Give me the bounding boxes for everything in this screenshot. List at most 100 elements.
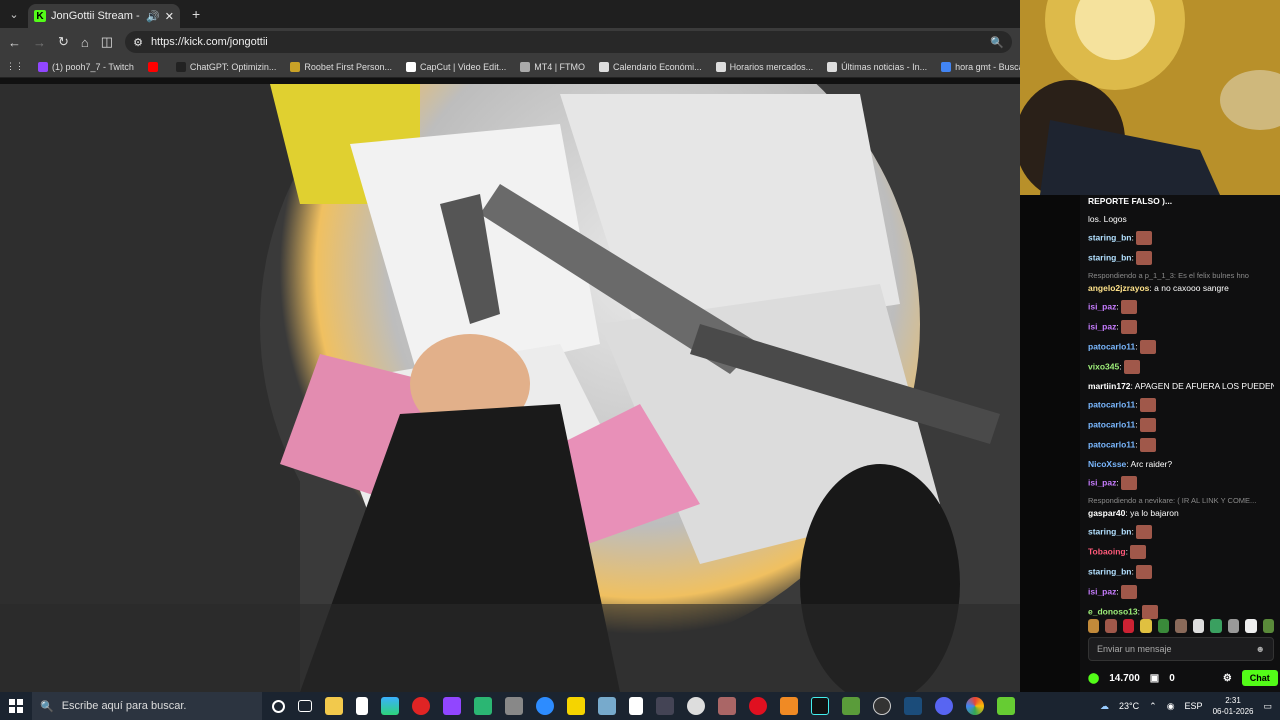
- twitch-icon[interactable]: [443, 697, 461, 715]
- gift-icon[interactable]: ▣: [1150, 673, 1159, 684]
- chat-username[interactable]: martiin172: [1088, 381, 1131, 391]
- apps-grid-icon[interactable]: ⋮⋮: [6, 61, 24, 72]
- bookmark-item[interactable]: (1) pooh7_7 - Twitch: [38, 61, 134, 72]
- bookmark-item[interactable]: Calendario Económi...: [599, 61, 702, 72]
- network-icon[interactable]: ◉: [1167, 701, 1175, 712]
- zoom-app-icon[interactable]: [536, 697, 554, 715]
- windows-start-icon[interactable]: [0, 692, 32, 720]
- emote-icon[interactable]: [1157, 619, 1170, 633]
- emote-icon[interactable]: [1175, 619, 1187, 633]
- chat-username[interactable]: isi_paz: [1088, 586, 1116, 596]
- chat-username[interactable]: patocarlo11: [1088, 341, 1135, 351]
- chrome-icon[interactable]: [966, 697, 984, 715]
- chat-username[interactable]: isi_paz: [1088, 301, 1116, 311]
- edge-icon[interactable]: [381, 697, 399, 715]
- emote-icon[interactable]: [1210, 619, 1222, 633]
- chat-username[interactable]: isi_paz: [1088, 321, 1116, 331]
- chat-username[interactable]: patocarlo11: [1088, 419, 1135, 429]
- cortana-icon[interactable]: [272, 699, 285, 713]
- zoom-icon[interactable]: 🔍: [990, 36, 1004, 49]
- chat-username[interactable]: NicoXsse: [1088, 459, 1126, 469]
- obs-icon[interactable]: [873, 697, 891, 715]
- split-view-icon[interactable]: ◫: [101, 34, 113, 50]
- bookmark-item[interactable]: CapCut | Video Edit...: [405, 61, 506, 72]
- tab-search-icon[interactable]: ⌄: [0, 0, 28, 28]
- emote-icon[interactable]: [1262, 619, 1274, 633]
- close-tab-icon[interactable]: ✕: [165, 10, 174, 23]
- stream-video[interactable]: [0, 84, 1020, 692]
- bookmark-item[interactable]: ChatGPT: Optimizin...: [175, 61, 277, 72]
- notepad-icon[interactable]: [356, 697, 368, 715]
- app-green-icon[interactable]: [474, 697, 492, 715]
- chat-message: NicoXsse: Arc raider?: [1088, 459, 1173, 469]
- notifications-icon[interactable]: ▭: [1263, 701, 1272, 712]
- taskbar-search-field[interactable]: 🔍 Escribe aquí para buscar.: [32, 692, 262, 720]
- url-field[interactable]: ⚙ https://kick.com/jongottii 🔍: [125, 31, 1012, 53]
- steam-icon[interactable]: [904, 697, 922, 715]
- chat-username[interactable]: patocarlo11: [1088, 399, 1135, 409]
- bookmark-label: (1) pooh7_7 - Twitch: [52, 61, 134, 72]
- bookmark-item[interactable]: [147, 61, 162, 72]
- chat-username[interactable]: staring_bn: [1088, 252, 1131, 262]
- chat-username[interactable]: staring_bn: [1088, 232, 1131, 242]
- bookmark-item[interactable]: Últimas noticias - In...: [827, 61, 927, 72]
- sticky-notes-icon[interactable]: [567, 697, 585, 715]
- back-icon[interactable]: ←: [8, 35, 21, 50]
- speaker-icon[interactable]: 🔊: [146, 10, 160, 23]
- minecraft-icon[interactable]: [842, 697, 860, 715]
- capcut-icon[interactable]: [629, 697, 643, 715]
- language-indicator[interactable]: ESP: [1185, 701, 1203, 711]
- emote-icon[interactable]: [1122, 619, 1135, 633]
- discord-icon[interactable]: [935, 697, 953, 715]
- clock[interactable]: 2:31 06-01-2026: [1213, 695, 1254, 717]
- home-icon[interactable]: ⌂: [81, 35, 89, 50]
- chat-username[interactable]: staring_bn: [1088, 566, 1131, 576]
- app-dark-icon[interactable]: [656, 697, 674, 715]
- bookmark-item[interactable]: Roobet First Person...: [290, 61, 392, 72]
- weather-icon[interactable]: ☁: [1100, 701, 1109, 712]
- emote-icon[interactable]: [1227, 619, 1240, 633]
- tab-kick-stream[interactable]: K JonGottii Stream - Watch L 🔊 ✕: [28, 4, 180, 28]
- bookmark-item[interactable]: MT4 | FTMO: [520, 61, 585, 72]
- tiktok-icon[interactable]: [811, 697, 829, 715]
- forward-icon[interactable]: →: [33, 35, 46, 50]
- channel-points[interactable]: 14.700: [1109, 673, 1140, 684]
- emote-icon[interactable]: [1192, 619, 1205, 633]
- site-info-icon[interactable]: ⚙: [133, 36, 143, 49]
- tray-expand-icon[interactable]: ⌃: [1149, 701, 1157, 712]
- new-tab-button[interactable]: +: [192, 6, 200, 22]
- opera-icon[interactable]: [749, 697, 767, 715]
- settings-icon[interactable]: [687, 697, 705, 715]
- bookmark-item[interactable]: hora gmt - Buscar c...: [941, 61, 1020, 72]
- app-red-icon[interactable]: [412, 697, 430, 715]
- app-teal-icon[interactable]: [598, 697, 616, 715]
- chat-username[interactable]: staring_bn: [1088, 526, 1131, 536]
- weather-temp[interactable]: 23°C: [1119, 701, 1139, 711]
- task-view-icon[interactable]: [298, 700, 312, 712]
- file-explorer-icon[interactable]: [325, 697, 343, 715]
- reload-icon[interactable]: ↻: [58, 34, 69, 50]
- chat-username[interactable]: Tobaoing: [1088, 546, 1126, 556]
- app-gray-icon[interactable]: [505, 697, 523, 715]
- chat-username[interactable]: isi_paz: [1088, 477, 1116, 487]
- app-orange-icon[interactable]: [780, 697, 798, 715]
- chat-message-input[interactable]: Enviar un mensaje ☻: [1088, 637, 1274, 661]
- emote-icon[interactable]: [1088, 619, 1100, 633]
- bookmark-item[interactable]: Horarios mercados...: [715, 61, 813, 72]
- chat-panel: REPORTE FALSO )... los. Logos staring_bn:…: [1080, 195, 1280, 692]
- chat-username[interactable]: e_donoso13: [1088, 606, 1138, 616]
- chat-username[interactable]: angelo2jzrayos: [1088, 283, 1149, 293]
- emoji-picker-icon[interactable]: ☻: [1256, 644, 1265, 654]
- chat-message: isi_paz:: [1088, 320, 1274, 334]
- chat-username[interactable]: vixo345: [1088, 361, 1119, 371]
- app-cube-icon[interactable]: [997, 697, 1015, 715]
- chat-settings-icon[interactable]: ⚙: [1223, 673, 1232, 684]
- send-chat-button[interactable]: Chat: [1241, 670, 1278, 686]
- bookmark-label: ChatGPT: Optimizin...: [189, 61, 277, 72]
- chat-username[interactable]: gaspar40: [1088, 508, 1125, 518]
- emote-icon[interactable]: [1140, 619, 1152, 633]
- emote-icon[interactable]: [1245, 619, 1257, 633]
- emote-icon[interactable]: [1105, 619, 1117, 633]
- app-brown-icon[interactable]: [718, 697, 736, 715]
- chat-username[interactable]: patocarlo11: [1088, 439, 1135, 449]
